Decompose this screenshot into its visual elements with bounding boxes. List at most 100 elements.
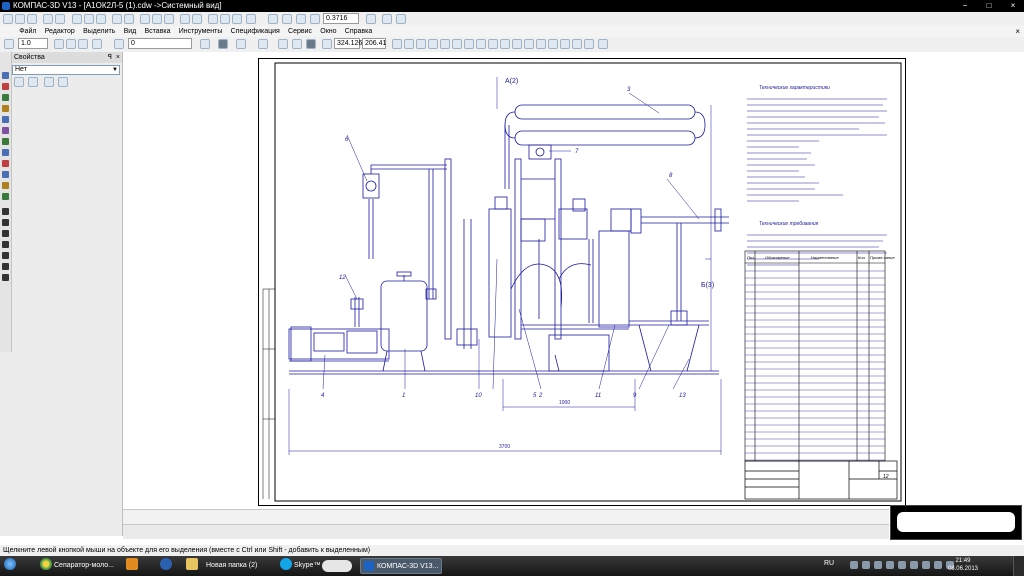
layers-icon[interactable] (124, 14, 134, 24)
local-cs-icon[interactable] (236, 39, 246, 49)
list-view-icon[interactable] (28, 77, 38, 87)
menu-file[interactable]: Файл (16, 26, 39, 37)
snap-intersect2-icon[interactable] (548, 39, 558, 49)
menu-select[interactable]: Выделить (80, 26, 118, 37)
menu-edit[interactable]: Редактор (42, 26, 78, 37)
folder-icon[interactable] (186, 558, 198, 570)
tray-update-icon[interactable] (934, 561, 942, 569)
measure-icon[interactable] (208, 14, 218, 24)
tray-flag-icon[interactable] (910, 561, 918, 569)
insert-tool-icon[interactable] (2, 171, 9, 178)
taskbar-item-separator[interactable]: Сепаратор-моло... (54, 558, 120, 574)
edit-tool-icon[interactable] (2, 105, 9, 112)
snap-center-icon[interactable] (428, 39, 438, 49)
zoom-input[interactable]: 0.3716 (323, 13, 359, 24)
show-desktop-button[interactable] (1013, 556, 1024, 576)
snap-settings-icon[interactable] (598, 39, 608, 49)
grid-icon[interactable] (220, 14, 230, 24)
snap-point-icon[interactable] (392, 39, 402, 49)
kompas-app-icon[interactable] (2, 2, 10, 10)
tray-app-icon[interactable] (862, 561, 870, 569)
zoom-out-icon[interactable] (296, 14, 306, 24)
print-icon[interactable] (43, 14, 53, 24)
snap-intersect-icon[interactable] (440, 39, 450, 49)
layer-color-icon[interactable] (114, 39, 124, 49)
arc-tool-icon[interactable] (2, 241, 9, 248)
rectangle-tool-icon[interactable] (2, 263, 9, 270)
hatch-tool-icon[interactable] (2, 274, 9, 281)
pin-icon[interactable]: ꟼ (108, 52, 112, 63)
fx-icon[interactable] (232, 14, 242, 24)
tray-volume-icon[interactable] (886, 561, 894, 569)
tray-power-icon[interactable] (898, 561, 906, 569)
clock[interactable]: 21:49 08.06.2013 (948, 557, 978, 573)
manager-icon[interactable] (164, 14, 174, 24)
open-icon[interactable] (15, 14, 25, 24)
cursor-coords-icon[interactable] (322, 39, 332, 49)
table-view-icon[interactable] (58, 77, 68, 87)
coord-y-field[interactable]: 206.41 (362, 38, 386, 49)
circle-tool-icon[interactable] (2, 230, 9, 237)
layer-states-icon[interactable] (92, 39, 102, 49)
snap-quadrant-icon[interactable] (476, 39, 486, 49)
notification-popup[interactable] (890, 505, 1022, 540)
layer-icon[interactable] (78, 39, 88, 49)
round-icon[interactable] (306, 39, 316, 49)
snap-angle-icon[interactable] (488, 39, 498, 49)
pan-icon[interactable] (366, 14, 376, 24)
line-tool-icon[interactable] (2, 219, 9, 226)
snap-mid-icon[interactable] (416, 39, 426, 49)
copy-icon[interactable] (84, 14, 94, 24)
grid-toggle-icon[interactable] (258, 39, 268, 49)
menu-insert[interactable]: Вставка (142, 26, 174, 37)
line-width-select[interactable]: 1.0 (18, 38, 48, 49)
tray-skype-icon[interactable] (922, 561, 930, 569)
drawing-sheet[interactable]: 3700 1000 А(2) Б(3) 1 2 3 4 5 6 7 8 9 10… (258, 58, 906, 506)
dimensions-tool-icon[interactable] (2, 83, 9, 90)
start-button-icon[interactable] (4, 558, 16, 570)
menu-specification[interactable]: Спецификация (228, 26, 283, 37)
snap-tangent-icon[interactable] (452, 39, 462, 49)
snap-exclude-icon[interactable] (584, 39, 594, 49)
zoom-window-icon[interactable] (268, 14, 278, 24)
draw-icon[interactable] (200, 39, 210, 49)
measure-tool-icon[interactable] (2, 127, 9, 134)
designations-tool-icon[interactable] (2, 94, 9, 101)
menu-view[interactable]: Вид (121, 26, 140, 37)
view-icon[interactable] (66, 39, 76, 49)
skype-icon[interactable] (280, 558, 292, 570)
zoom-scale-icon[interactable] (310, 14, 320, 24)
snap-align-icon[interactable] (524, 39, 534, 49)
language-indicator[interactable]: RU (824, 560, 834, 567)
geometry-tool-icon[interactable] (2, 72, 9, 79)
menu-tools[interactable]: Инструменты (176, 26, 226, 37)
help-pointer-icon[interactable] (246, 14, 256, 24)
raster-tool-icon[interactable] (2, 193, 9, 200)
tray-network-icon[interactable] (874, 561, 882, 569)
color-icon[interactable] (44, 77, 54, 87)
fragment-tool-icon[interactable] (2, 182, 9, 189)
filter-icon[interactable] (14, 77, 24, 87)
tray-arrow-icon[interactable] (850, 561, 858, 569)
save-icon[interactable] (27, 14, 37, 24)
paste-icon[interactable] (96, 14, 106, 24)
snap-normal-icon[interactable] (464, 39, 474, 49)
chevron-down-icon[interactable]: ▼ (112, 66, 118, 74)
snap-along-icon[interactable] (536, 39, 546, 49)
maximize-button[interactable]: □ (982, 1, 996, 11)
undo-icon[interactable] (180, 14, 190, 24)
style-icon[interactable] (4, 39, 14, 49)
parametrization-tool-icon[interactable] (2, 116, 9, 123)
redo-icon[interactable] (192, 14, 202, 24)
zoom-in-icon[interactable] (282, 14, 292, 24)
snap-nearest-icon[interactable] (512, 39, 522, 49)
new-document-icon[interactable] (3, 14, 13, 24)
angle-icon[interactable] (292, 39, 302, 49)
snap-local-icon[interactable] (572, 39, 582, 49)
variables-icon[interactable] (152, 14, 162, 24)
object-type-select[interactable]: Нет ▼ (12, 65, 120, 75)
preview-icon[interactable] (55, 14, 65, 24)
minimize-button[interactable]: − (958, 1, 972, 11)
snap-end-icon[interactable] (404, 39, 414, 49)
archive-icon[interactable] (126, 558, 138, 570)
